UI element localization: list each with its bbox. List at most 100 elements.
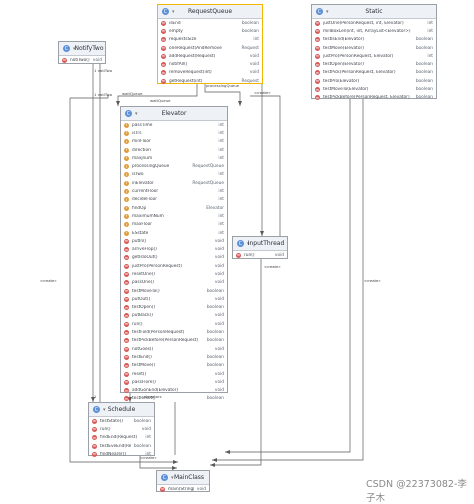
method-row[interactable]: m testPro(Elevator) boolean (312, 77, 436, 85)
method-row[interactable]: m run() void (89, 425, 154, 433)
class-header[interactable]: C ▾ Elevator (121, 107, 227, 121)
field-row[interactable]: f ESstate int (121, 229, 227, 237)
method-m-icon: m (315, 37, 320, 43)
member-type: boolean (133, 418, 151, 424)
member-name: putBack() (132, 313, 153, 319)
collapse-toggle-icon[interactable]: ▾ (172, 9, 175, 15)
method-row[interactable]: mtestEveEnd(Request)boolean (89, 442, 154, 450)
method-row[interactable]: m testMove() boolean (121, 362, 227, 370)
collapse-toggle-icon[interactable]: ▾ (247, 241, 250, 247)
method-row[interactable]: m passOne() void (121, 279, 227, 287)
method-row[interactable]: m justPro(PersonRequest, Elevator) int (312, 52, 436, 60)
class-request-queue[interactable]: C ▾ RequestQueue m isEnd boolean m empty bool… (157, 4, 263, 84)
field-row[interactable]: f maximumNum int (121, 212, 227, 220)
member-type: boolean (206, 288, 224, 294)
class-static[interactable]: C ▾ Static m justOne(PersonRequest, int, … (311, 4, 437, 102)
method-row[interactable]: m putOut() void (121, 295, 227, 303)
method-row[interactable]: m empty boolean (158, 27, 262, 35)
method-row[interactable]: m arriveFlop() void (121, 245, 227, 253)
field-row[interactable]: f inElevator RequestQueue (121, 179, 227, 187)
method-row[interactable]: m passFlore() void (121, 378, 227, 386)
method-row[interactable]: m reset() void (121, 370, 227, 378)
method-row[interactable]: m testMove(Elevator) boolean (312, 44, 436, 52)
method-row[interactable]: m run() void (233, 251, 287, 259)
collapse-toggle-icon[interactable]: ▾ (326, 9, 329, 15)
method-row[interactable]: m testOpen(Elevator) boolean (312, 60, 436, 68)
member-name: passTime (132, 122, 153, 128)
method-row[interactable]: m findEnd(Request) int (89, 434, 154, 442)
method-row[interactable]: m isEnd boolean (158, 19, 262, 27)
method-row[interactable]: m testEnd() boolean (121, 353, 227, 361)
field-row[interactable]: f passTime int (121, 121, 227, 129)
member-name: testOpen(Elevator) (323, 62, 364, 68)
method-m-icon: m (124, 238, 129, 244)
class-title: InputThread (247, 240, 285, 247)
member-type: boolean (415, 78, 433, 84)
class-main-class[interactable]: C ▾ MainClass mmain(String[])void (156, 470, 210, 492)
field-row[interactable]: f maxjnum int (121, 154, 227, 162)
method-row[interactable]: m putIn() void (121, 237, 227, 245)
class-schedule[interactable]: C ▾ Schedule m testState() boolean m run() vo… (88, 402, 155, 458)
field-row[interactable]: f isTwo int (121, 171, 227, 179)
method-row[interactable]: m putBack() void (121, 312, 227, 320)
member-type: int (427, 20, 433, 26)
collapse-toggle-icon[interactable]: ▾ (171, 475, 174, 481)
class-header[interactable]: C ▾ MainClass (157, 471, 209, 485)
method-row[interactable]: m testIsEnd(Elevator) boolean (312, 36, 436, 44)
collapse-toggle-icon[interactable]: ▾ (73, 46, 76, 52)
method-row[interactable]: m addRequest(Request) void (158, 52, 262, 60)
class-header[interactable]: C ▾ RequestQueue (158, 5, 262, 19)
class-header[interactable]: C ▾ InputThread (233, 237, 287, 251)
method-row[interactable]: m notiTwo() void (59, 56, 105, 64)
method-row[interactable]: m justPro(PersonRequest) void (121, 262, 227, 270)
field-f-icon: f (124, 122, 129, 128)
method-row[interactable]: mmain(String[])void (157, 485, 209, 493)
method-row[interactable]: m resetOne() void (121, 270, 227, 278)
method-row[interactable]: m justOne(PersonRequest, int, Elevator) in… (312, 19, 436, 27)
field-row[interactable]: f currentFloor int (121, 187, 227, 195)
method-row[interactable]: m testMoveTo(Elevator) boolean (312, 85, 436, 93)
member-type: void (141, 426, 151, 432)
method-row[interactable]: m run() void (121, 320, 227, 328)
class-header[interactable]: C ▾ Schedule (89, 403, 154, 417)
member-type: Elevator (206, 205, 224, 211)
class-input-thread[interactable]: C ▾ InputThread m run() void (232, 236, 288, 259)
class-header[interactable]: C ▾ Static (312, 5, 436, 19)
field-row[interactable]: f processingQueue RequestQueue (121, 162, 227, 170)
method-row[interactable]: m notGoes() void (121, 345, 227, 353)
member-type: boolean (415, 70, 433, 76)
field-row[interactable]: f findOp Elevator (121, 204, 227, 212)
method-row[interactable]: m removeRequest(int) void (158, 69, 262, 77)
member-type: void (92, 57, 102, 63)
method-row[interactable]: m testMoveTo() boolean (121, 287, 227, 295)
method-row[interactable]: m testPick(PersonRequest, Elevator) boolea… (312, 69, 436, 77)
method-row[interactable]: m testOpen() boolean (121, 304, 227, 312)
field-row[interactable]: f direction int (121, 146, 227, 154)
field-f-icon: f (124, 230, 129, 236)
member-type: void (274, 252, 284, 258)
method-row[interactable]: m testPickBefore(PersonRequest, Elevator)… (312, 94, 436, 102)
class-notify-two[interactable]: C ▾ NotifyTwo m notiTwo() void (58, 41, 106, 64)
method-row[interactable]: m findNearer() int (89, 450, 154, 458)
method-row[interactable]: m addGonEnd(Elevator) void (121, 387, 227, 395)
method-row[interactable]: m testState() boolean (89, 417, 154, 425)
method-m-icon: m (124, 396, 129, 402)
method-row[interactable]: m requestsSize int (158, 36, 262, 44)
collapse-toggle-icon[interactable]: ▾ (135, 111, 138, 117)
method-row[interactable]: m testPickBefore(PersonRequest) boolean (121, 337, 227, 345)
class-elevator[interactable]: C ▾ Elevator f passTime int f isTrs int f minFl… (120, 106, 228, 402)
method-row[interactable]: m notifAll() void (158, 60, 262, 68)
collapse-toggle-icon[interactable]: ▾ (103, 407, 106, 413)
field-row[interactable]: f maxFloor int (121, 221, 227, 229)
class-header[interactable]: C ▾ NotifyTwo (59, 42, 105, 56)
field-row[interactable]: f isTrs int (121, 129, 227, 137)
member-name: testReset() (132, 396, 156, 402)
method-row[interactable]: m testFold(PersonRequest) boolean (121, 328, 227, 336)
field-row[interactable]: f minFloor int (121, 138, 227, 146)
method-row[interactable]: m getRequest(int) Request (158, 77, 262, 85)
edge-label-one: 1 (94, 394, 97, 399)
method-row[interactable]: m getIsIoOut() void (121, 254, 227, 262)
method-row[interactable]: m millBoxLen(int, int, ArrayList<Elevator… (312, 27, 436, 35)
method-row[interactable]: m oneRequest(AndRemove Request (158, 44, 262, 52)
field-row[interactable]: f decideFloor int (121, 196, 227, 204)
